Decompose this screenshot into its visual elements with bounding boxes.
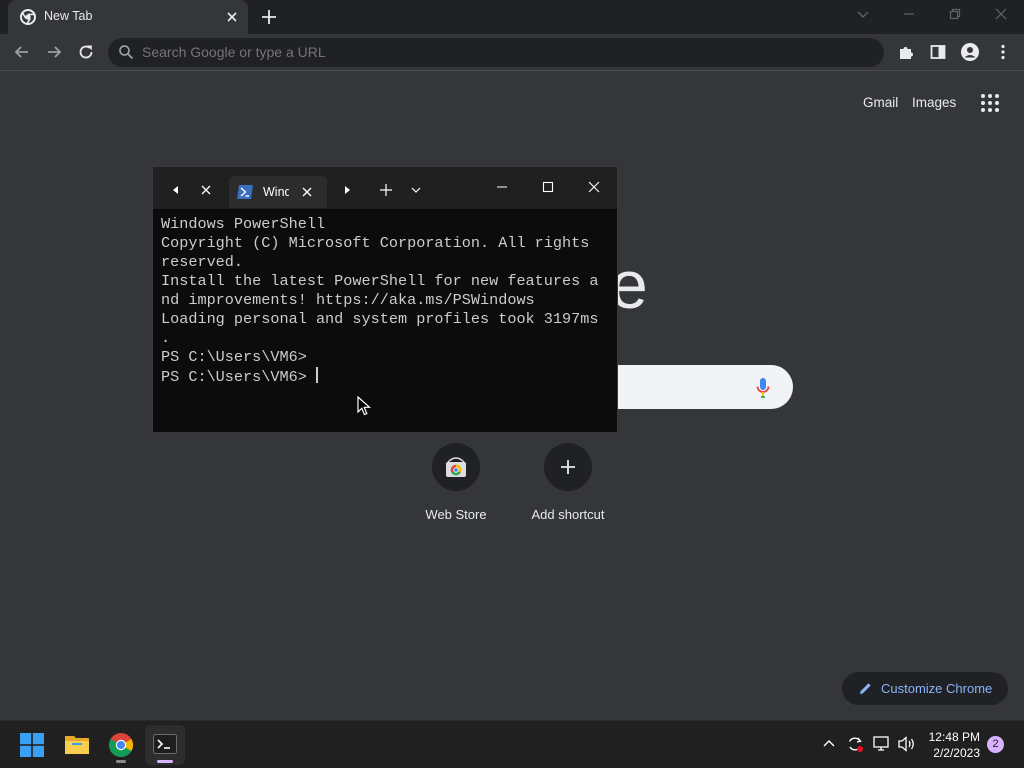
clock-date[interactable]: 2/2/2023 [920,746,980,760]
terminal-new-tab-icon[interactable] [380,184,392,196]
terminal-dropdown-chevron-icon[interactable] [411,186,421,194]
terminal-minimize-icon[interactable] [496,181,508,193]
volume-icon[interactable] [898,736,916,752]
terminal-maximize-icon[interactable] [542,181,554,193]
terminal-line: reserved. [161,253,244,271]
terminal-line: Install the latest PowerShell for new fe… [161,272,599,290]
window-minimize-icon[interactable] [901,6,917,22]
clock-time[interactable]: 12:48 PM [920,730,980,744]
notification-count-badge[interactable]: 2 [987,736,1004,753]
terminal-line: nd improvements! https://aka.ms/PSWindow… [161,291,535,309]
terminal-prompt: PS C:\Users\VM6> [161,368,316,386]
browser-tab-strip: New Tab [0,0,1024,34]
images-link[interactable]: Images [912,95,956,110]
terminal-taskbar-icon [153,734,177,754]
tab-title: New Tab [44,9,93,23]
reload-icon[interactable] [77,43,95,61]
window-close-icon[interactable] [993,6,1009,22]
terminal-prompt-line[interactable]: PS C:\Users\VM6> [161,367,611,387]
address-bar-input[interactable] [142,44,742,60]
terminal-tab-title: Windows PowerShell [263,185,289,199]
scroll-tabs-left-icon[interactable] [171,185,181,195]
web-store-icon [432,443,480,491]
running-indicator [116,760,126,763]
scroll-tabs-right-icon[interactable] [342,185,352,195]
terminal-line: . [161,329,171,347]
shortcut-web-store[interactable]: Web Store [396,443,516,522]
mouse-pointer-icon [357,396,371,416]
customize-chrome-label: Customize Chrome [881,681,993,696]
pencil-icon [858,681,873,696]
chrome-favicon-icon [20,9,36,25]
shortcut-label: Web Store [425,507,487,522]
windows-start-icon[interactable] [20,733,44,757]
network-icon[interactable] [873,736,891,752]
text-cursor [315,367,318,383]
chrome-taskbar-icon[interactable] [108,732,134,758]
shortcut-label: Add shortcut [531,507,605,522]
tab-search-chevron-icon[interactable] [855,6,871,22]
sync-status-icon[interactable] [846,735,864,753]
terminal-line: Windows PowerShell [161,215,326,233]
terminal-output[interactable]: Windows PowerShell Copyright (C) Microsof… [161,215,611,387]
terminal-close-tab-icon[interactable] [200,184,212,196]
window-restore-icon[interactable] [947,6,963,22]
gmail-link[interactable]: Gmail [863,95,898,110]
terminal-tab-close-icon[interactable] [301,186,313,198]
google-apps-grid-icon[interactable] [980,93,1000,113]
tab-close-icon[interactable] [224,9,240,25]
terminal-close-window-icon[interactable] [588,181,600,193]
active-indicator [157,760,173,763]
show-hidden-icons-chevron-icon[interactable] [822,738,836,748]
windows-taskbar: 12:48 PM 2/2/2023 [0,720,1024,768]
terminal-line: Loading personal and system profiles too… [161,310,599,328]
terminal-window[interactable]: Windows PowerShell Windows PowerShellCop… [152,166,618,433]
browser-tab-new-tab[interactable]: New Tab [8,0,248,34]
terminal-tab-powershell[interactable]: Windows PowerShell [229,176,327,208]
terminal-line: PS C:\Users\VM6> [161,348,307,366]
forward-arrow-icon[interactable] [45,43,63,61]
voice-search-mic-icon[interactable] [755,377,771,399]
search-icon [118,44,134,60]
chrome-menu-kebab-icon[interactable] [994,43,1012,61]
back-arrow-icon[interactable] [13,43,31,61]
profile-avatar-icon[interactable] [960,42,980,62]
terminal-tab-bar: Windows PowerShell [153,167,617,209]
side-panel-icon[interactable] [929,43,947,61]
terminal-line: Copyright (C) Microsoft Corporation. All… [161,234,590,252]
plus-icon [544,443,592,491]
new-tab-plus-icon[interactable] [260,8,278,26]
shortcut-add[interactable]: Add shortcut [508,443,628,522]
extensions-puzzle-icon[interactable] [897,43,915,61]
terminal-taskbar-button[interactable] [145,725,185,765]
powershell-icon [237,185,253,199]
file-explorer-icon[interactable] [64,733,90,755]
